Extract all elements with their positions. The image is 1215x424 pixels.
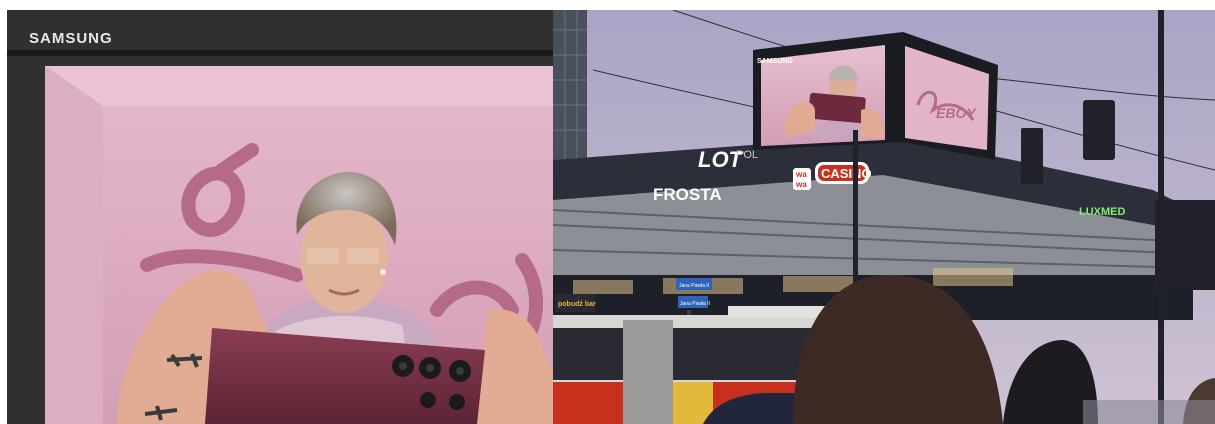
svg-text:CASINO: CASINO (821, 166, 872, 181)
right-photo: LOT POL FROSTA wa wa CASINO LUXMED ÉBOY (553, 10, 1215, 424)
svg-text:Jana Pawła II: Jana Pawła II (680, 301, 710, 307)
luxmed-sign: LUXMED (1079, 206, 1126, 218)
billboard-samsung-logo: SAMSUNG (757, 58, 793, 65)
shop-sign: pobudź bar (555, 294, 596, 312)
wawa-sign: wa wa (793, 168, 811, 190)
svg-text:wa: wa (795, 180, 807, 189)
right-scene: LOT POL FROSTA wa wa CASINO LUXMED ÉBOY (553, 10, 1215, 424)
frosta-sign: FROSTA (653, 185, 722, 204)
left-photo: SAMSUNG (7, 10, 553, 424)
svg-text:wa: wa (795, 170, 807, 179)
casino-sign: CASINO (815, 162, 872, 184)
svg-text:Jana Pawła II: Jana Pawła II (679, 283, 709, 289)
left-scene: SAMSUNG (7, 10, 553, 424)
billboard-graffiti: ÉBOY (936, 105, 977, 121)
svg-text:pobudź bar: pobudź bar (558, 301, 596, 308)
lot-logo-suffix: POL (736, 149, 758, 161)
tall-building (553, 10, 587, 160)
samsung-logo-text: SAMSUNG (29, 30, 113, 47)
